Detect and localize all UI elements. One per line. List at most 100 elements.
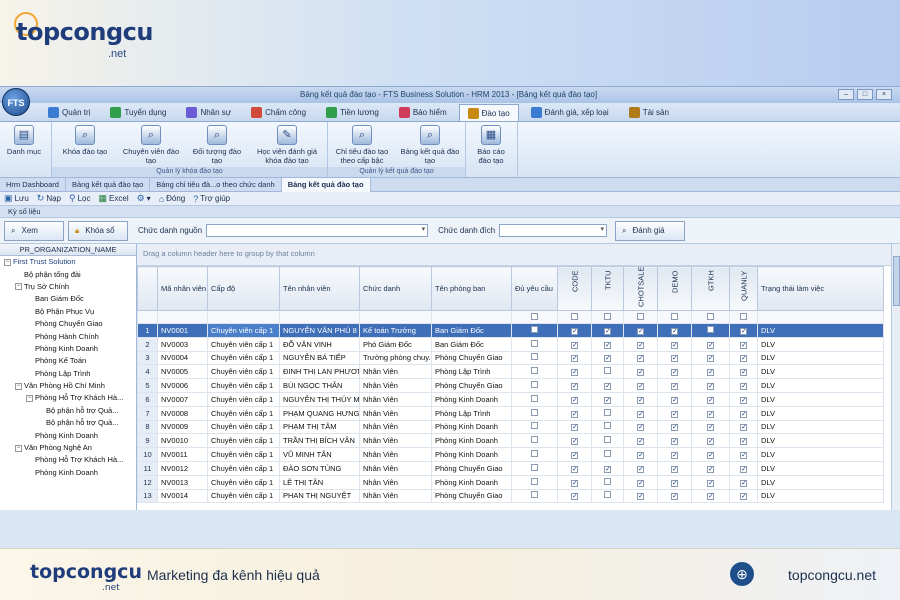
khoa-so-button[interactable]: 🔒︎ Khóa sổ	[68, 220, 128, 241]
checked-checkbox[interactable]: ✓	[707, 452, 714, 460]
check-cell[interactable]	[591, 419, 624, 435]
department-cell[interactable]: Phòng Kinh Doanh	[431, 419, 512, 435]
luu-button[interactable]: ▣ Lưu	[4, 193, 29, 204]
site-url[interactable]: topcongcu.net	[788, 567, 876, 583]
scroll-thumb[interactable]	[893, 256, 900, 306]
check-cell[interactable]	[591, 474, 624, 490]
unchecked-checkbox[interactable]	[604, 450, 611, 458]
doctab-ket-qua-active[interactable]: Bảng kết quả đào tạo	[281, 177, 371, 192]
job-title-cell[interactable]: Kế toán Trưởng	[359, 323, 432, 338]
level-cell[interactable]: Chuyên viên cấp 1	[207, 336, 280, 352]
employee-id-cell[interactable]: NV0014	[157, 488, 208, 504]
unchecked-checkbox[interactable]	[531, 325, 538, 333]
checked-checkbox[interactable]: ✓	[604, 341, 611, 349]
check-cell[interactable]: ✓	[623, 447, 658, 462]
tree-toggle-icon[interactable]: −	[15, 444, 22, 452]
filter-cell[interactable]	[359, 310, 432, 324]
column-header[interactable]: GTKH	[691, 266, 730, 311]
check-cell[interactable]: ✓	[729, 323, 758, 338]
employee-id-cell[interactable]: NV0010	[157, 433, 208, 449]
chi-tieu-button[interactable]: ⌕ Chỉ tiêu đào tạo theo cấp bậc	[328, 122, 396, 167]
employee-id-cell[interactable]: NV0007	[157, 391, 208, 407]
check-cell[interactable]: ✓	[729, 405, 758, 421]
checked-checkbox[interactable]: ✓	[571, 465, 578, 473]
unchecked-checkbox[interactable]	[707, 325, 714, 333]
check-cell[interactable]: ✓	[623, 336, 658, 352]
tree-node[interactable]: Phòng Kinh Doanh	[0, 429, 136, 441]
tree-node[interactable]: − Văn Phòng Hồ Chí Minh	[0, 380, 136, 392]
unchecked-checkbox[interactable]	[531, 422, 538, 430]
check-cell[interactable]: ✓	[623, 391, 658, 407]
checked-checkbox[interactable]: ✓	[671, 355, 678, 363]
check-cell[interactable]: ✓	[657, 323, 692, 338]
tab-6[interactable]: Đào tạo	[458, 104, 519, 121]
tree-node[interactable]: Phòng Hành Chính	[0, 330, 136, 342]
checked-checkbox[interactable]: ✓	[671, 383, 678, 391]
check-cell[interactable]: ✓	[729, 391, 758, 407]
tree-node[interactable]: Phòng Kinh Doanh	[0, 467, 136, 479]
check-cell[interactable]: ✓	[691, 405, 730, 421]
checked-checkbox[interactable]: ✓	[571, 410, 578, 418]
tree-toggle-icon[interactable]: −	[26, 394, 33, 402]
checked-checkbox[interactable]: ✓	[740, 355, 747, 363]
tree-node[interactable]: Phòng Lập Trình	[0, 368, 136, 380]
column-header[interactable]: TKTU	[591, 266, 624, 311]
tab-5[interactable]: Bảo hiểm	[391, 104, 455, 121]
table-row[interactable]: 6 NV0007 Chuyên viên cấp 1 NGUYỄN THỊ THÚY …	[137, 391, 884, 407]
checked-checkbox[interactable]: ✓	[740, 341, 747, 349]
checked-checkbox[interactable]: ✓	[571, 341, 578, 349]
department-cell[interactable]: Phòng Chuyển Giao	[431, 488, 512, 504]
unchecked-checkbox[interactable]	[604, 408, 611, 416]
check-cell[interactable]: ✓	[557, 405, 592, 421]
check-cell[interactable]: ✓	[691, 433, 730, 449]
close-button[interactable]: ×	[876, 89, 892, 100]
level-cell[interactable]: Chuyên viên cấp 1	[207, 405, 280, 421]
chuyen-vien-button[interactable]: ⌕ Chuyên viên đào tạo	[118, 122, 184, 167]
app-orb-button[interactable]: FTS	[2, 88, 30, 116]
department-cell[interactable]: Phòng Chuyển Giao	[431, 460, 512, 476]
table-row[interactable]: 8 NV0009 Chuyên viên cấp 1 PHẠM THỊ TÂM Nhân…	[137, 419, 884, 435]
level-cell[interactable]: Chuyên viên cấp 1	[207, 323, 280, 338]
check-cell[interactable]: ✓	[657, 419, 692, 435]
checked-checkbox[interactable]: ✓	[637, 493, 644, 501]
check-cell[interactable]	[511, 474, 558, 490]
checked-checkbox[interactable]: ✓	[637, 369, 644, 377]
checked-checkbox[interactable]: ✓	[637, 396, 644, 404]
tree-node[interactable]: Bộ phận hỗ trợ Quả...	[0, 405, 136, 417]
status-cell[interactable]: DLV	[757, 323, 884, 338]
employee-name-cell[interactable]: NGUYỄN VĂN PHÚ 8	[279, 323, 360, 338]
table-row[interactable]: 3 NV0004 Chuyên viên cấp 1 NGUYỄN BÁ TIẾP Tr…	[137, 350, 884, 366]
column-header[interactable]: Tên nhân viên	[279, 266, 360, 311]
checked-checkbox[interactable]: ✓	[571, 383, 578, 391]
tree-node[interactable]: Phòng Kinh Doanh	[0, 343, 136, 355]
check-cell[interactable]: ✓	[557, 433, 592, 449]
check-cell[interactable]: ✓	[729, 488, 758, 504]
doctab-ket-qua-1[interactable]: Bảng kết quả đào tạo	[66, 177, 151, 192]
row-number[interactable]: 12	[137, 474, 158, 490]
filter-cell[interactable]	[511, 310, 558, 324]
checked-checkbox[interactable]: ✓	[637, 383, 644, 391]
table-row[interactable]: 12 NV0013 Chuyên viên cấp 1 LÊ THỊ TÂN Nhân …	[137, 474, 884, 490]
check-cell[interactable]	[591, 405, 624, 421]
column-header[interactable]: CHOTSALE	[623, 266, 658, 311]
department-cell[interactable]: Phòng Kinh Doanh	[431, 433, 512, 449]
filter-cell[interactable]	[207, 310, 280, 324]
check-cell[interactable]: ✓	[557, 323, 592, 338]
checked-checkbox[interactable]: ✓	[637, 452, 644, 460]
job-title-cell[interactable]: Nhân Viên	[359, 488, 432, 504]
table-row[interactable]: 2 NV0003 Chuyên viên cấp 1 ĐỖ VĂN VINH Phó G…	[137, 336, 884, 352]
tab-7[interactable]: Đánh giá, xếp loại	[523, 104, 617, 121]
unchecked-checkbox[interactable]	[531, 408, 538, 416]
filter-checkbox[interactable]	[671, 312, 678, 320]
doctab-chi-tieu[interactable]: Bảng chỉ tiêu đà...o theo chức danh	[150, 177, 282, 192]
bang-ket-qua-button[interactable]: ⌕ Bảng kết quả đào tạo	[396, 122, 464, 167]
job-title-cell[interactable]: Nhân Viên	[359, 378, 432, 393]
unchecked-checkbox[interactable]	[604, 422, 611, 430]
filter-cell[interactable]	[657, 310, 692, 324]
checked-checkbox[interactable]: ✓	[571, 493, 578, 501]
checked-checkbox[interactable]: ✓	[571, 452, 578, 460]
check-cell[interactable]: ✓	[623, 460, 658, 476]
unchecked-checkbox[interactable]	[604, 367, 611, 375]
department-cell[interactable]: Ban Giám Đốc	[431, 323, 512, 338]
level-cell[interactable]: Chuyên viên cấp 1	[207, 488, 280, 504]
